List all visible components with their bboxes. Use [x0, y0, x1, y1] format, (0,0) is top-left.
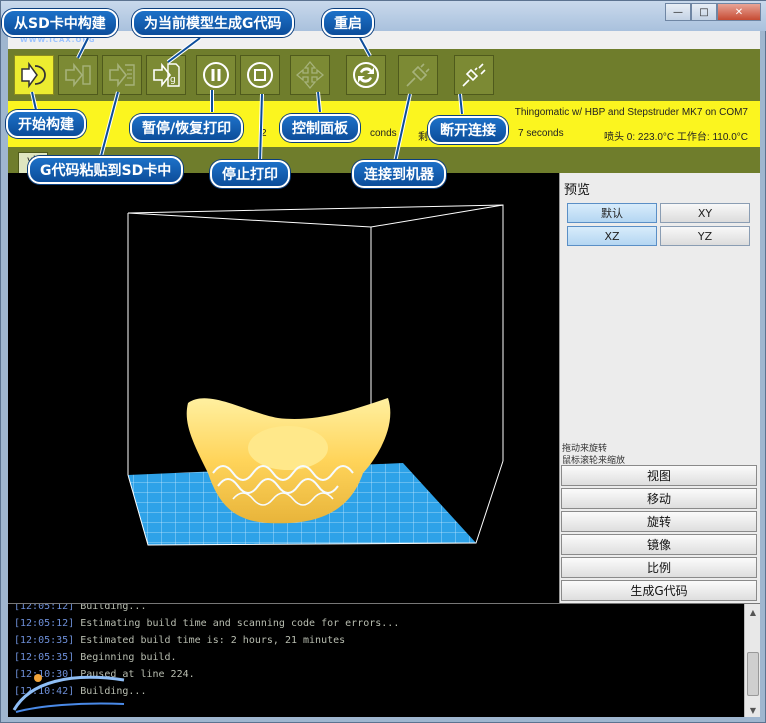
- move-button[interactable]: 移动: [561, 488, 757, 509]
- status-remaining-time: 7 seconds: [518, 128, 564, 139]
- disconnect-icon: [462, 63, 486, 87]
- maximize-button[interactable]: □: [691, 3, 717, 21]
- view-xy-button[interactable]: XY: [660, 203, 750, 223]
- start-build-button[interactable]: [14, 55, 54, 95]
- log-line: [12:05:35] Beginning build.: [14, 652, 177, 663]
- build-from-sd-icon: [65, 62, 91, 88]
- callout-reset: 重启: [322, 9, 374, 37]
- generate-gcode-icon: g: [153, 62, 180, 88]
- svg-text:g: g: [170, 75, 176, 85]
- app-window: r2 — □ ✕: [0, 0, 766, 723]
- icax-logo: [12, 674, 125, 713]
- callout-paste-to-sd: G代码粘贴到SD卡中: [28, 156, 184, 184]
- upload-to-sd-icon: [109, 62, 135, 88]
- callout-control-panel: 控制面板: [280, 114, 360, 142]
- scroll-thumb[interactable]: [747, 652, 759, 696]
- side-panel: 预览 默认 XY XZ YZ 拖动来旋转 鼠标滚轮来缩放 视图 移动 旋转 镜像…: [559, 173, 760, 603]
- pause-icon: [203, 62, 229, 88]
- upload-to-sd-button[interactable]: [102, 55, 142, 95]
- pause-resume-button[interactable]: [196, 55, 236, 95]
- callout-generate-gcode: 为当前模型生成G代码: [132, 9, 294, 37]
- view-button[interactable]: 视图: [561, 465, 757, 486]
- scroll-down-icon[interactable]: ▼: [745, 702, 760, 717]
- console-scrollbar[interactable]: ▲ ▼: [744, 604, 760, 717]
- status-value-2: 2: [261, 128, 267, 139]
- scroll-up-icon[interactable]: ▲: [745, 604, 760, 620]
- window-controls: — □ ✕: [665, 3, 761, 21]
- view-xz-button[interactable]: XZ: [567, 226, 657, 246]
- callout-stop-print: 停止打印: [210, 160, 290, 188]
- minimize-button[interactable]: —: [665, 3, 691, 21]
- preview-title: 预览: [564, 183, 591, 198]
- log-line: [12:05:12] Estimating build time and sca…: [14, 618, 400, 629]
- start-build-icon: [21, 61, 46, 89]
- control-panel-button[interactable]: [290, 55, 330, 95]
- log-line: [12:05:35] Estimated build time is: 2 ho…: [14, 635, 346, 646]
- generate-gcode-button[interactable]: g: [146, 55, 186, 95]
- stop-icon: [247, 62, 273, 88]
- connect-icon: [406, 63, 430, 87]
- callout-disconnect: 断开连接: [428, 116, 508, 144]
- logo-url: WWW.ICAX.ORG: [20, 36, 96, 44]
- control-panel-icon: [295, 60, 325, 90]
- view-yz-button[interactable]: YZ: [660, 226, 750, 246]
- log-line: [12:05:12] Building...: [14, 603, 147, 612]
- disconnect-button[interactable]: [454, 55, 494, 95]
- scale-button[interactable]: 比例: [561, 557, 757, 578]
- menu-bar: [8, 31, 760, 49]
- status-bar: Thingomatic w/ HBP and Stepstruder MK7 o…: [8, 101, 760, 147]
- callout-pause-resume: 暂停/恢复打印: [130, 114, 244, 142]
- generate-gcode-side-button[interactable]: 生成G代码: [561, 580, 757, 601]
- reset-icon: [353, 62, 379, 88]
- machine-name: Thingomatic w/ HBP and Stepstruder MK7 o…: [514, 107, 748, 118]
- 3d-preview-viewport[interactable]: [8, 173, 559, 603]
- reset-button[interactable]: [346, 55, 386, 95]
- view-default-button[interactable]: 默认: [567, 203, 657, 223]
- connect-button[interactable]: [398, 55, 438, 95]
- rotate-button[interactable]: 旋转: [561, 511, 757, 532]
- temperature-readout: 喷头 0: 223.0°C 工作台: 110.0°C: [604, 132, 748, 143]
- mirror-button[interactable]: 镜像: [561, 534, 757, 555]
- close-button[interactable]: ✕: [717, 3, 761, 21]
- callout-start-build: 开始构建: [6, 110, 86, 138]
- callout-build-from-sd: 从SD卡中构建: [2, 9, 118, 37]
- build-volume-render: [127, 204, 504, 546]
- status-elapsed: conds: [370, 128, 397, 139]
- stop-print-button[interactable]: [240, 55, 280, 95]
- callout-connect-machine: 连接到机器: [352, 160, 446, 188]
- build-from-sd-button[interactable]: [58, 55, 98, 95]
- toolbar: g: [8, 49, 760, 101]
